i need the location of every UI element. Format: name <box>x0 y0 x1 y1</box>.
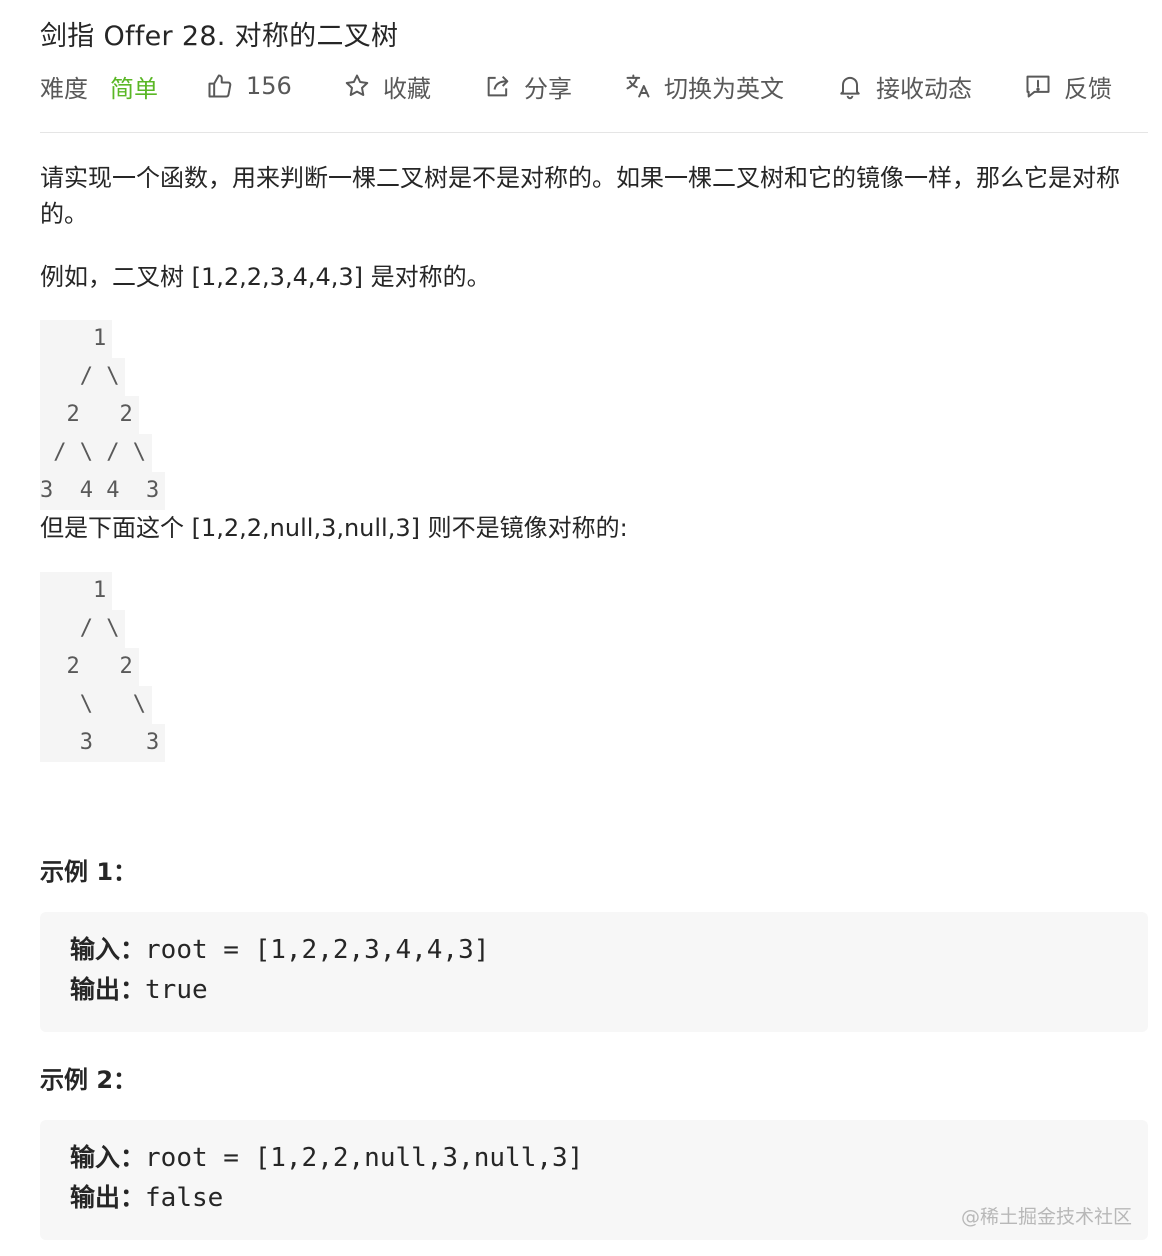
favorite-button[interactable]: 收藏 <box>343 68 431 104</box>
input-value: root = [1,2,2,null,3,null,3] <box>145 1143 584 1173</box>
translate-label: 切换为英文 <box>664 74 784 103</box>
tree-line: 1 <box>40 572 113 610</box>
notify-label: 接收动态 <box>876 74 972 103</box>
tree-line: 3 3 <box>40 724 166 762</box>
difficulty-label: 难度 <box>40 74 88 103</box>
like-button[interactable]: 156 <box>206 68 292 104</box>
notify-button[interactable]: 接收动态 <box>836 68 972 104</box>
input-label: 输入： <box>70 935 146 964</box>
bell-icon <box>840 76 860 100</box>
output-label: 输出： <box>70 1183 146 1212</box>
tree-line: 1 <box>40 320 113 358</box>
example-2-heading: 示例 2： <box>40 1066 138 1094</box>
toolbar-divider <box>40 132 1148 133</box>
difficulty: 难度 简单 <box>40 68 158 104</box>
favorite-label: 收藏 <box>383 74 431 103</box>
problem-toolbar: 难度 简单 156 收藏 分享 切换为英文 接收动态 反馈 <box>40 68 1140 104</box>
tree-line: / \ / \ <box>40 434 152 472</box>
output-value: false <box>145 1183 224 1213</box>
symmetric-example-text: 例如，二叉树 [1,2,2,3,4,4,3] 是对称的。 <box>40 263 491 291</box>
problem-description: 请实现一个函数，用来判断一棵二叉树是不是对称的。如果一棵二叉树和它的镜像一样，那… <box>40 164 1120 228</box>
watermark: @稀土掘金技术社区 <box>960 1206 1132 1228</box>
asymmetric-example-text: 但是下面这个 [1,2,2,null,3,null,3] 则不是镜像对称的: <box>40 514 628 542</box>
tree-line: / \ <box>40 610 126 648</box>
page-title: 剑指 Offer 28. 对称的二叉树 <box>40 21 399 52</box>
example-1-code: 输入：root = [1,2,2,3,4,4,3] 输出：true <box>40 912 1148 1032</box>
translate-icon <box>626 74 650 98</box>
example-2-input: 输入：root = [1,2,2,null,3,null,3] <box>70 1138 1148 1178</box>
translate-button[interactable]: 切换为英文 <box>624 68 784 104</box>
input-value: root = [1,2,2,3,4,4,3] <box>145 935 490 965</box>
example-1-heading: 示例 1： <box>40 858 138 886</box>
like-count: 156 <box>246 72 292 100</box>
feedback-icon <box>1026 75 1050 98</box>
input-label: 输入： <box>70 1143 146 1172</box>
feedback-button[interactable]: 反馈 <box>1024 68 1112 104</box>
output-label: 输出： <box>70 975 146 1004</box>
tree-line: / \ <box>40 358 126 396</box>
difficulty-value: 简单 <box>110 74 158 103</box>
feedback-label: 反馈 <box>1064 74 1112 103</box>
output-value: true <box>145 975 208 1005</box>
share-label: 分享 <box>524 74 572 103</box>
tree-line: \ \ <box>40 686 152 724</box>
example-1-input: 输入：root = [1,2,2,3,4,4,3] <box>70 930 1148 970</box>
star-icon <box>345 74 369 96</box>
share-button[interactable]: 分享 <box>484 68 572 104</box>
tree-line: 2 2 <box>40 396 139 434</box>
thumbs-up-icon <box>208 74 232 98</box>
tree-line: 2 2 <box>40 648 139 686</box>
share-icon <box>487 75 509 97</box>
tree-line: 3 4 4 3 <box>40 472 166 510</box>
example-1-output: 输出：true <box>70 970 1148 1010</box>
